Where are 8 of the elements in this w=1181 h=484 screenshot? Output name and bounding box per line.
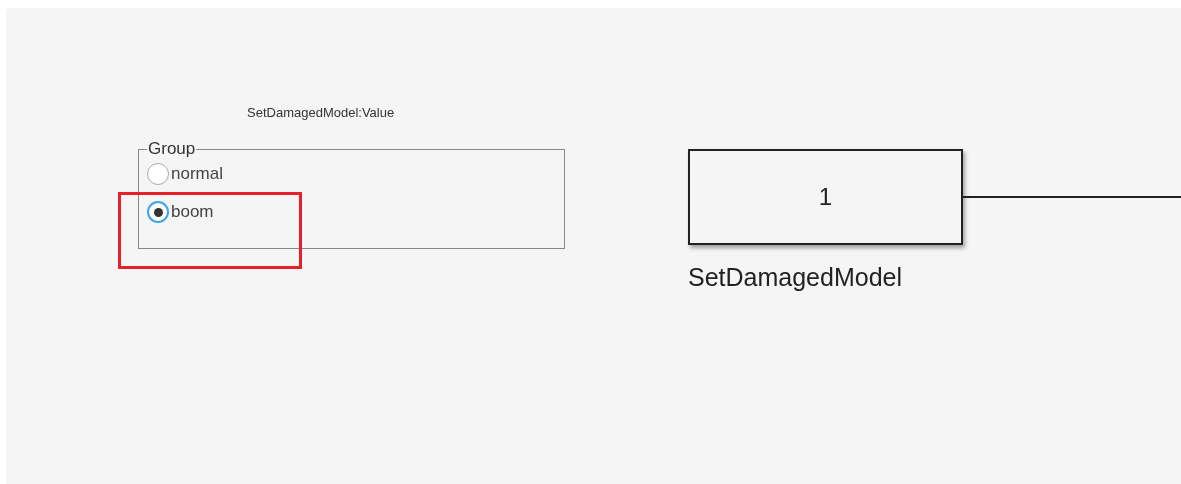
constant-block[interactable]: 1 <box>688 149 963 245</box>
radio-option[interactable]: normal <box>147 162 556 186</box>
radio-option[interactable]: boom <box>147 200 556 224</box>
block-name: SetDamagedModel <box>688 262 902 293</box>
panel-caption: SetDamagedModel:Value <box>247 104 395 122</box>
radio-button[interactable] <box>147 163 169 185</box>
radio-button[interactable] <box>147 201 169 223</box>
group-label: Group <box>147 139 197 159</box>
